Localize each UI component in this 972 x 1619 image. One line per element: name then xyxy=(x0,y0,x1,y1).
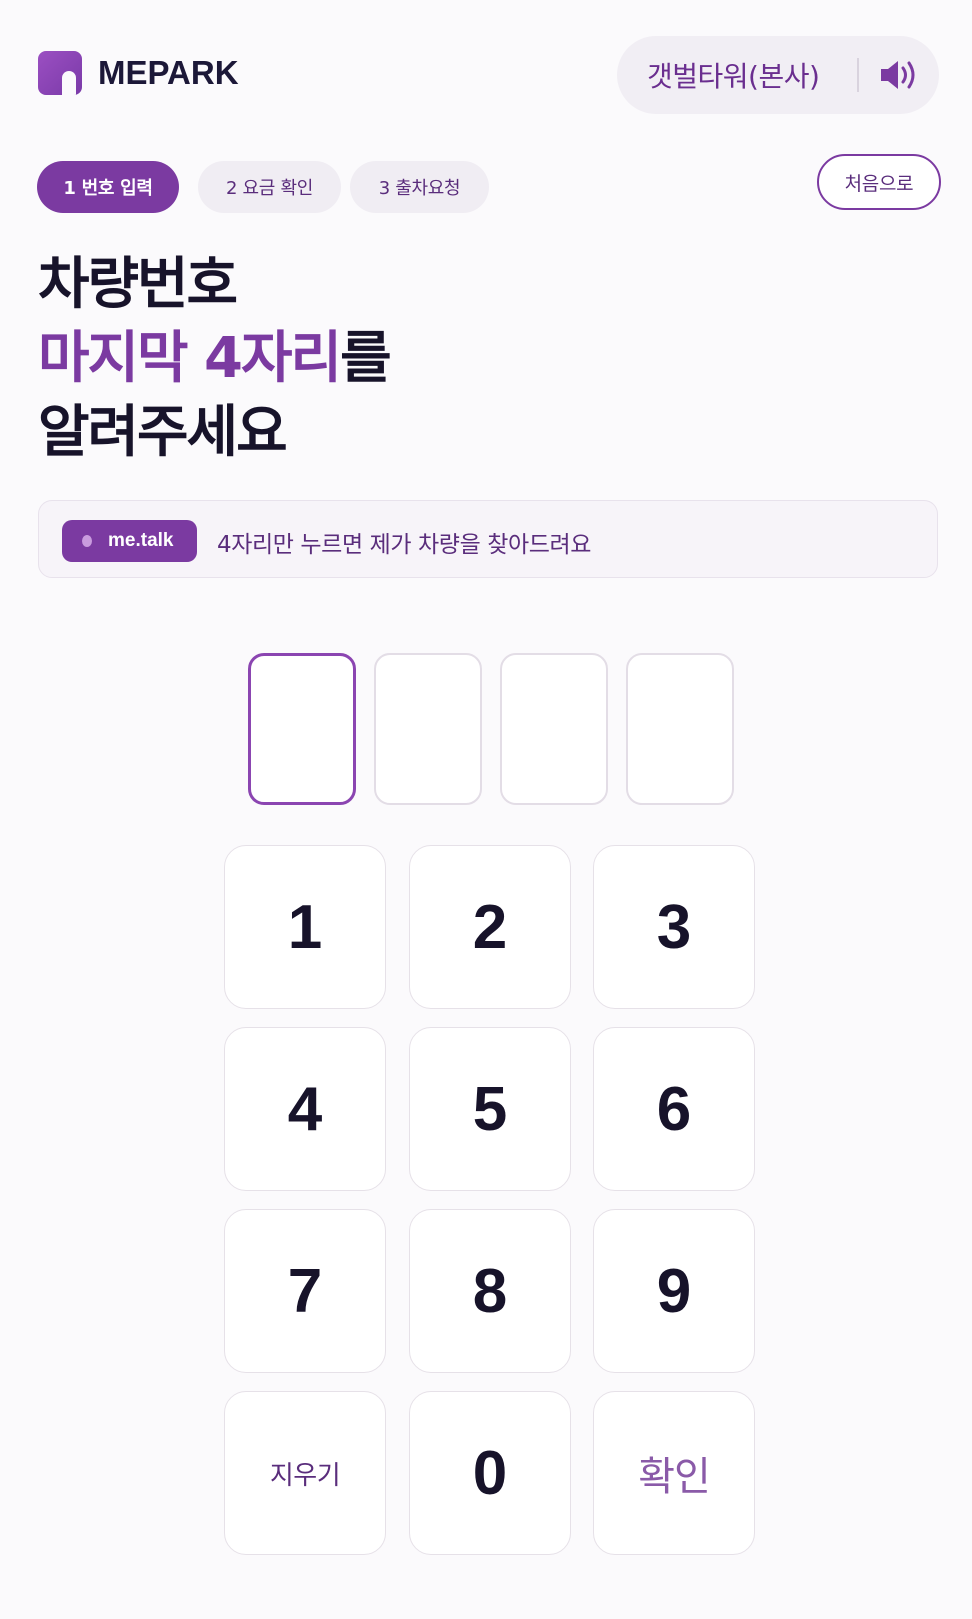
logo-icon xyxy=(38,51,82,95)
step-exit-request: 3 출차요청 xyxy=(350,161,489,213)
key-7[interactable]: 7 xyxy=(224,1209,386,1373)
brand-name: MEPARK xyxy=(98,54,239,91)
step-fee-check: 2 요금 확인 xyxy=(198,161,341,213)
key-0[interactable]: 0 xyxy=(409,1391,571,1555)
step-number-input: 1 번호 입력 xyxy=(37,161,179,213)
assistant-badge: me.talk xyxy=(62,520,197,562)
pill-divider xyxy=(857,58,859,92)
page-title: 차량번호 마지막 4자리를 알려주세요 xyxy=(38,248,392,470)
assistant-badge-label: me.talk xyxy=(108,530,174,551)
digit-slot-2 xyxy=(374,653,482,805)
title-line-3: 알려주세요 xyxy=(38,400,288,465)
key-1[interactable]: 1 xyxy=(224,845,386,1009)
title-accent: 마지막 4자리 xyxy=(38,326,342,391)
dot-icon xyxy=(82,535,92,547)
digit-slot-4 xyxy=(626,653,734,805)
kiosk-screen: MEPARK 갯벌타워(본사) 1 번호 입력 2 요금 확인 3 출차요청 처… xyxy=(0,0,972,1619)
assistant-message: 4자리만 누르면 제가 차량을 찾아드려요 xyxy=(217,532,592,558)
clear-button[interactable]: 지우기 xyxy=(224,1391,386,1555)
location-pill: 갯벌타워(본사) xyxy=(617,36,939,114)
key-9[interactable]: 9 xyxy=(593,1209,755,1373)
key-6[interactable]: 6 xyxy=(593,1027,755,1191)
location-name: 갯벌타워(본사) xyxy=(647,60,820,93)
key-5[interactable]: 5 xyxy=(409,1027,571,1191)
title-line-1: 차량번호 xyxy=(38,252,238,317)
confirm-button[interactable]: 확인 xyxy=(593,1391,755,1555)
brand-logo: MEPARK xyxy=(38,50,239,96)
key-3[interactable]: 3 xyxy=(593,845,755,1009)
title-particle: 를 xyxy=(340,326,392,391)
assistant-message-bar: me.talk 4자리만 누르면 제가 차량을 찾아드려요 xyxy=(38,500,938,578)
speaker-icon xyxy=(881,61,915,89)
key-8[interactable]: 8 xyxy=(409,1209,571,1373)
key-4[interactable]: 4 xyxy=(224,1027,386,1191)
speaker-button[interactable] xyxy=(877,55,921,95)
title-line-2: 마지막 4자리를 xyxy=(38,322,392,396)
home-button[interactable]: 처음으로 xyxy=(817,154,941,210)
digit-slot-1 xyxy=(248,653,356,805)
digit-slot-3 xyxy=(500,653,608,805)
key-2[interactable]: 2 xyxy=(409,845,571,1009)
